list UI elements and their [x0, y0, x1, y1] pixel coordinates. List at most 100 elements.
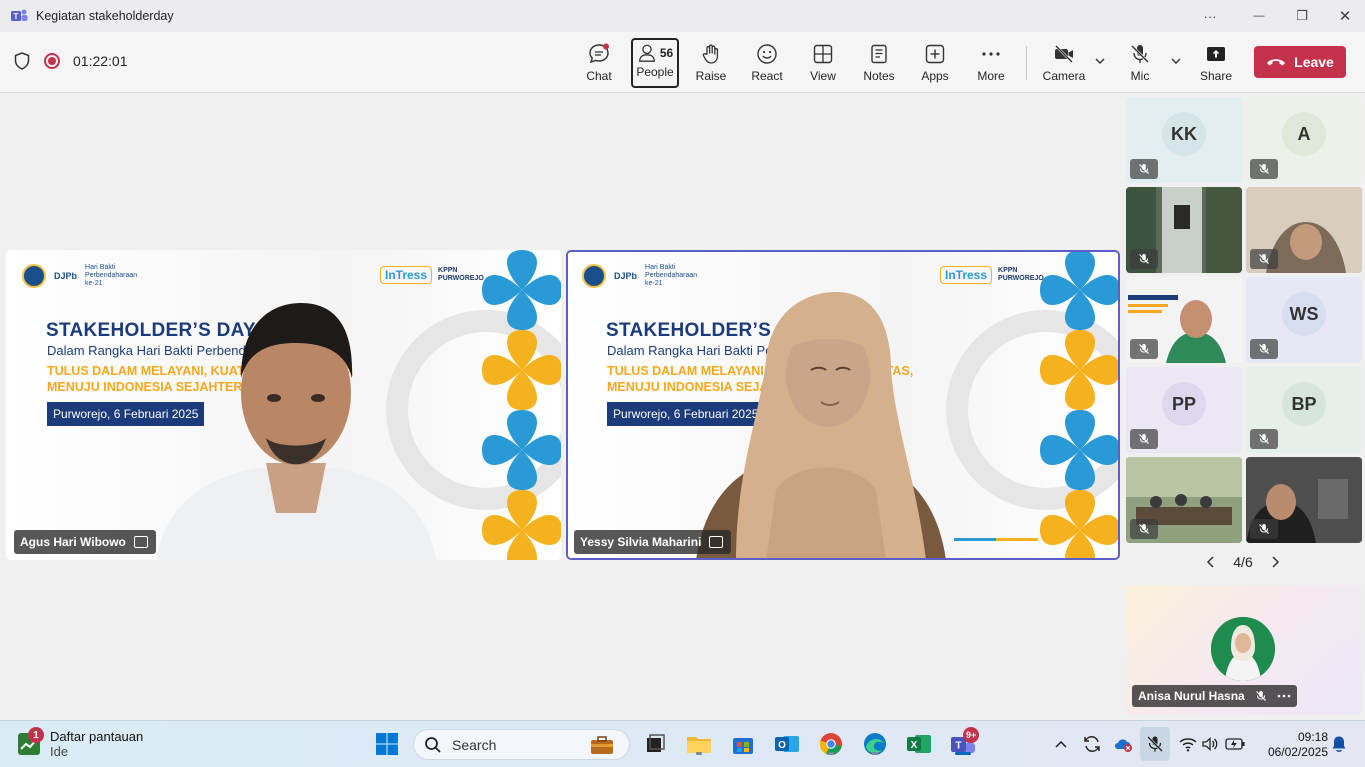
muted-indicator — [1250, 429, 1278, 449]
svg-text:X: X — [911, 740, 918, 751]
slide-logos-right: InTress KPPN PURWOREJO — [380, 266, 484, 284]
gallery-tile[interactable] — [1246, 187, 1362, 273]
chevron-left-icon[interactable] — [1205, 555, 1217, 569]
tray-security[interactable] — [1113, 731, 1135, 757]
watchlist-widget[interactable]: 1 Daftar pantauan Ide — [18, 727, 144, 759]
taskbar-file-explorer[interactable] — [686, 731, 712, 757]
view-button[interactable]: View — [799, 38, 847, 88]
widget-title: Daftar pantauan — [50, 729, 144, 744]
gallery-tile[interactable]: KK — [1126, 97, 1242, 183]
windows-taskbar: 1 Daftar pantauan Ide Search O X T 9+ 09… — [0, 720, 1365, 767]
tray-mic-muted[interactable] — [1140, 727, 1170, 761]
ellipsis-icon[interactable] — [1277, 690, 1291, 702]
minimize-button[interactable]: — — [1237, 0, 1281, 32]
mic-button[interactable]: Mic — [1116, 38, 1164, 88]
tray-sync[interactable] — [1081, 731, 1103, 757]
slide-petal-pattern — [482, 250, 561, 560]
chevron-right-icon[interactable] — [1269, 555, 1281, 569]
svg-text:T: T — [14, 12, 19, 21]
taskbar-clock[interactable]: 09:18 06/02/2025 — [1258, 730, 1328, 760]
title-bar: T Kegiatan stakeholderday ··· — ❐ ✕ — [0, 0, 1365, 32]
taskbar-teams[interactable]: T 9+ — [950, 727, 980, 757]
camera-button[interactable]: Camera — [1040, 38, 1088, 88]
video-tile-yessy[interactable]: DJPb Hari Bakti Perbendaharaan ke-21 InT… — [566, 250, 1120, 560]
mic-off-icon — [1139, 254, 1149, 264]
more-actions-button[interactable]: More — [967, 38, 1015, 88]
mic-off-icon — [1259, 254, 1269, 264]
react-button[interactable]: React — [743, 38, 791, 88]
mic-off-icon — [1255, 691, 1266, 701]
apps-button[interactable]: Apps — [911, 38, 959, 88]
shield-icon[interactable] — [14, 52, 30, 70]
gallery-pager: 4/6 — [1205, 552, 1281, 572]
gallery-tile[interactable] — [1126, 187, 1242, 273]
taskbar-task-view[interactable] — [642, 731, 668, 757]
camera-options-chevron-icon[interactable] — [1093, 54, 1107, 68]
taskbar-search[interactable]: Search — [413, 729, 630, 760]
restore-icon: ❐ — [1296, 8, 1308, 23]
mic-off-icon — [1139, 524, 1149, 534]
self-video-tile[interactable]: Anisa Nurul Hasna — [1126, 585, 1361, 715]
gallery-tile[interactable]: WS — [1246, 277, 1362, 363]
gallery-tile[interactable] — [1246, 457, 1362, 543]
teams-badge: 9+ — [963, 727, 980, 743]
notes-icon — [871, 44, 887, 64]
raise-hand-button[interactable]: Raise — [687, 38, 735, 88]
excel-icon: X — [907, 735, 931, 753]
battery-charging-icon — [1225, 738, 1245, 750]
taskbar-edge[interactable] — [862, 731, 888, 757]
participant-avatar: PP — [1162, 382, 1206, 426]
participant-name: Yessy Silvia Maharini — [580, 535, 702, 549]
mic-options-chevron-icon[interactable] — [1169, 54, 1183, 68]
taskbar-outlook[interactable]: O — [774, 731, 800, 757]
view-label: View — [810, 69, 836, 83]
camera-label: Camera — [1042, 69, 1086, 83]
meeting-toolbar: 01:22:01 Chat 56 People Raise React View… — [0, 32, 1365, 93]
video-tile-agus[interactable]: DJPb Hari Bakti Perbendaharaan ke-21 InT… — [6, 250, 561, 560]
tray-volume[interactable] — [1199, 731, 1221, 757]
kppn-logo: KPPN PURWOREJO — [998, 267, 1044, 282]
kppn-logo: KPPN PURWOREJO — [438, 267, 484, 282]
mic-off-icon — [1259, 344, 1269, 354]
widget-badge: 1 — [28, 727, 44, 743]
smiley-icon — [757, 44, 777, 64]
close-button[interactable]: ✕ — [1323, 0, 1365, 32]
tray-overflow-button[interactable] — [1050, 731, 1072, 757]
gallery-tile[interactable]: BP — [1246, 367, 1362, 453]
ellipsis-icon — [982, 52, 1000, 56]
slide-petal-pattern — [1040, 250, 1120, 560]
pin-video-icon[interactable] — [133, 536, 148, 548]
mic-off-icon — [1259, 434, 1269, 444]
gallery-tile[interactable]: A — [1246, 97, 1362, 183]
tray-wifi[interactable] — [1177, 731, 1199, 757]
search-label: Search — [452, 736, 497, 753]
tray-battery[interactable] — [1224, 731, 1246, 757]
start-button[interactable] — [374, 731, 400, 757]
slide-logos: DJPb Hari Bakti Perbendaharaan ke-21 — [582, 264, 705, 288]
chat-button[interactable]: Chat — [575, 38, 623, 88]
gallery-tile[interactable] — [1126, 277, 1242, 363]
share-button[interactable]: Share — [1192, 38, 1240, 88]
notes-button[interactable]: Notes — [855, 38, 903, 88]
kemenkeu-logo-icon — [582, 264, 606, 288]
muted-indicator — [1250, 519, 1278, 539]
clock-time: 09:18 — [1297, 730, 1328, 744]
people-button[interactable]: 56 People — [631, 38, 679, 88]
slide-logos-right: InTress KPPN PURWOREJO — [940, 266, 1044, 284]
leave-button[interactable]: Leave — [1254, 46, 1346, 78]
mic-off-icon — [1139, 434, 1149, 444]
people-label: People — [636, 65, 674, 79]
gallery-tile[interactable]: PP — [1126, 367, 1242, 453]
page-indicator: 4/6 — [1233, 554, 1253, 570]
recording-icon — [44, 53, 60, 69]
mic-off-icon — [1139, 344, 1149, 354]
restore-button[interactable]: ❐ — [1280, 0, 1324, 32]
taskbar-store[interactable] — [730, 731, 756, 757]
more-options-button[interactable]: ··· — [1188, 0, 1232, 32]
muted-indicator — [1250, 339, 1278, 359]
gallery-tile[interactable] — [1126, 457, 1242, 543]
tray-notifications[interactable] — [1328, 731, 1350, 757]
pin-video-icon[interactable] — [709, 536, 724, 548]
taskbar-excel[interactable]: X — [906, 731, 932, 757]
taskbar-chrome[interactable] — [818, 731, 844, 757]
